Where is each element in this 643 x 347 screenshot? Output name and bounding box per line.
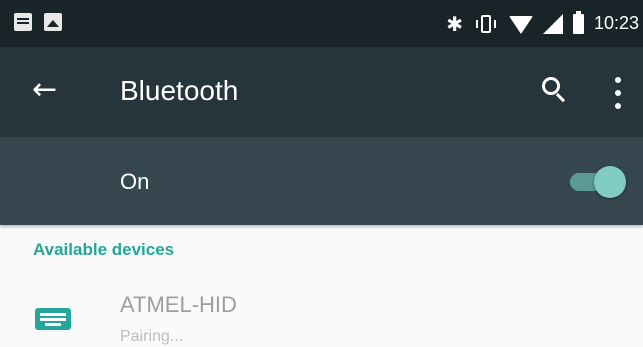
device-status: Pairing...	[120, 328, 184, 345]
app-bar: ← Bluetooth	[0, 47, 643, 137]
status-bar: ✱ 10:23	[0, 0, 643, 47]
cell-signal-icon	[542, 13, 563, 34]
wifi-icon	[508, 15, 533, 34]
bluetooth-icon: ✱	[446, 11, 463, 36]
system-icons: ✱ 10:23	[446, 0, 643, 47]
image-icon	[44, 13, 62, 31]
status-clock: 10:23	[593, 13, 639, 33]
back-arrow-icon[interactable]: ←	[32, 75, 66, 109]
keyboard-icon	[35, 308, 73, 332]
battery-icon	[572, 10, 584, 34]
bluetooth-toggle-row[interactable]: On	[0, 137, 643, 225]
switch-thumb[interactable]	[594, 166, 626, 198]
notification-icons	[14, 13, 62, 31]
more-vert-icon[interactable]	[608, 77, 628, 109]
device-name: ATMEL-HID	[120, 292, 237, 317]
device-list-item[interactable]: ATMEL-HID Pairing...	[0, 280, 643, 347]
vibrate-icon	[473, 13, 499, 35]
available-devices-header: Available devices	[33, 240, 175, 259]
toggle-label: On	[120, 169, 150, 194]
message-icon	[14, 13, 32, 31]
page-title: Bluetooth	[120, 75, 239, 106]
bluetooth-switch[interactable]	[568, 165, 626, 198]
search-icon[interactable]	[538, 73, 574, 109]
